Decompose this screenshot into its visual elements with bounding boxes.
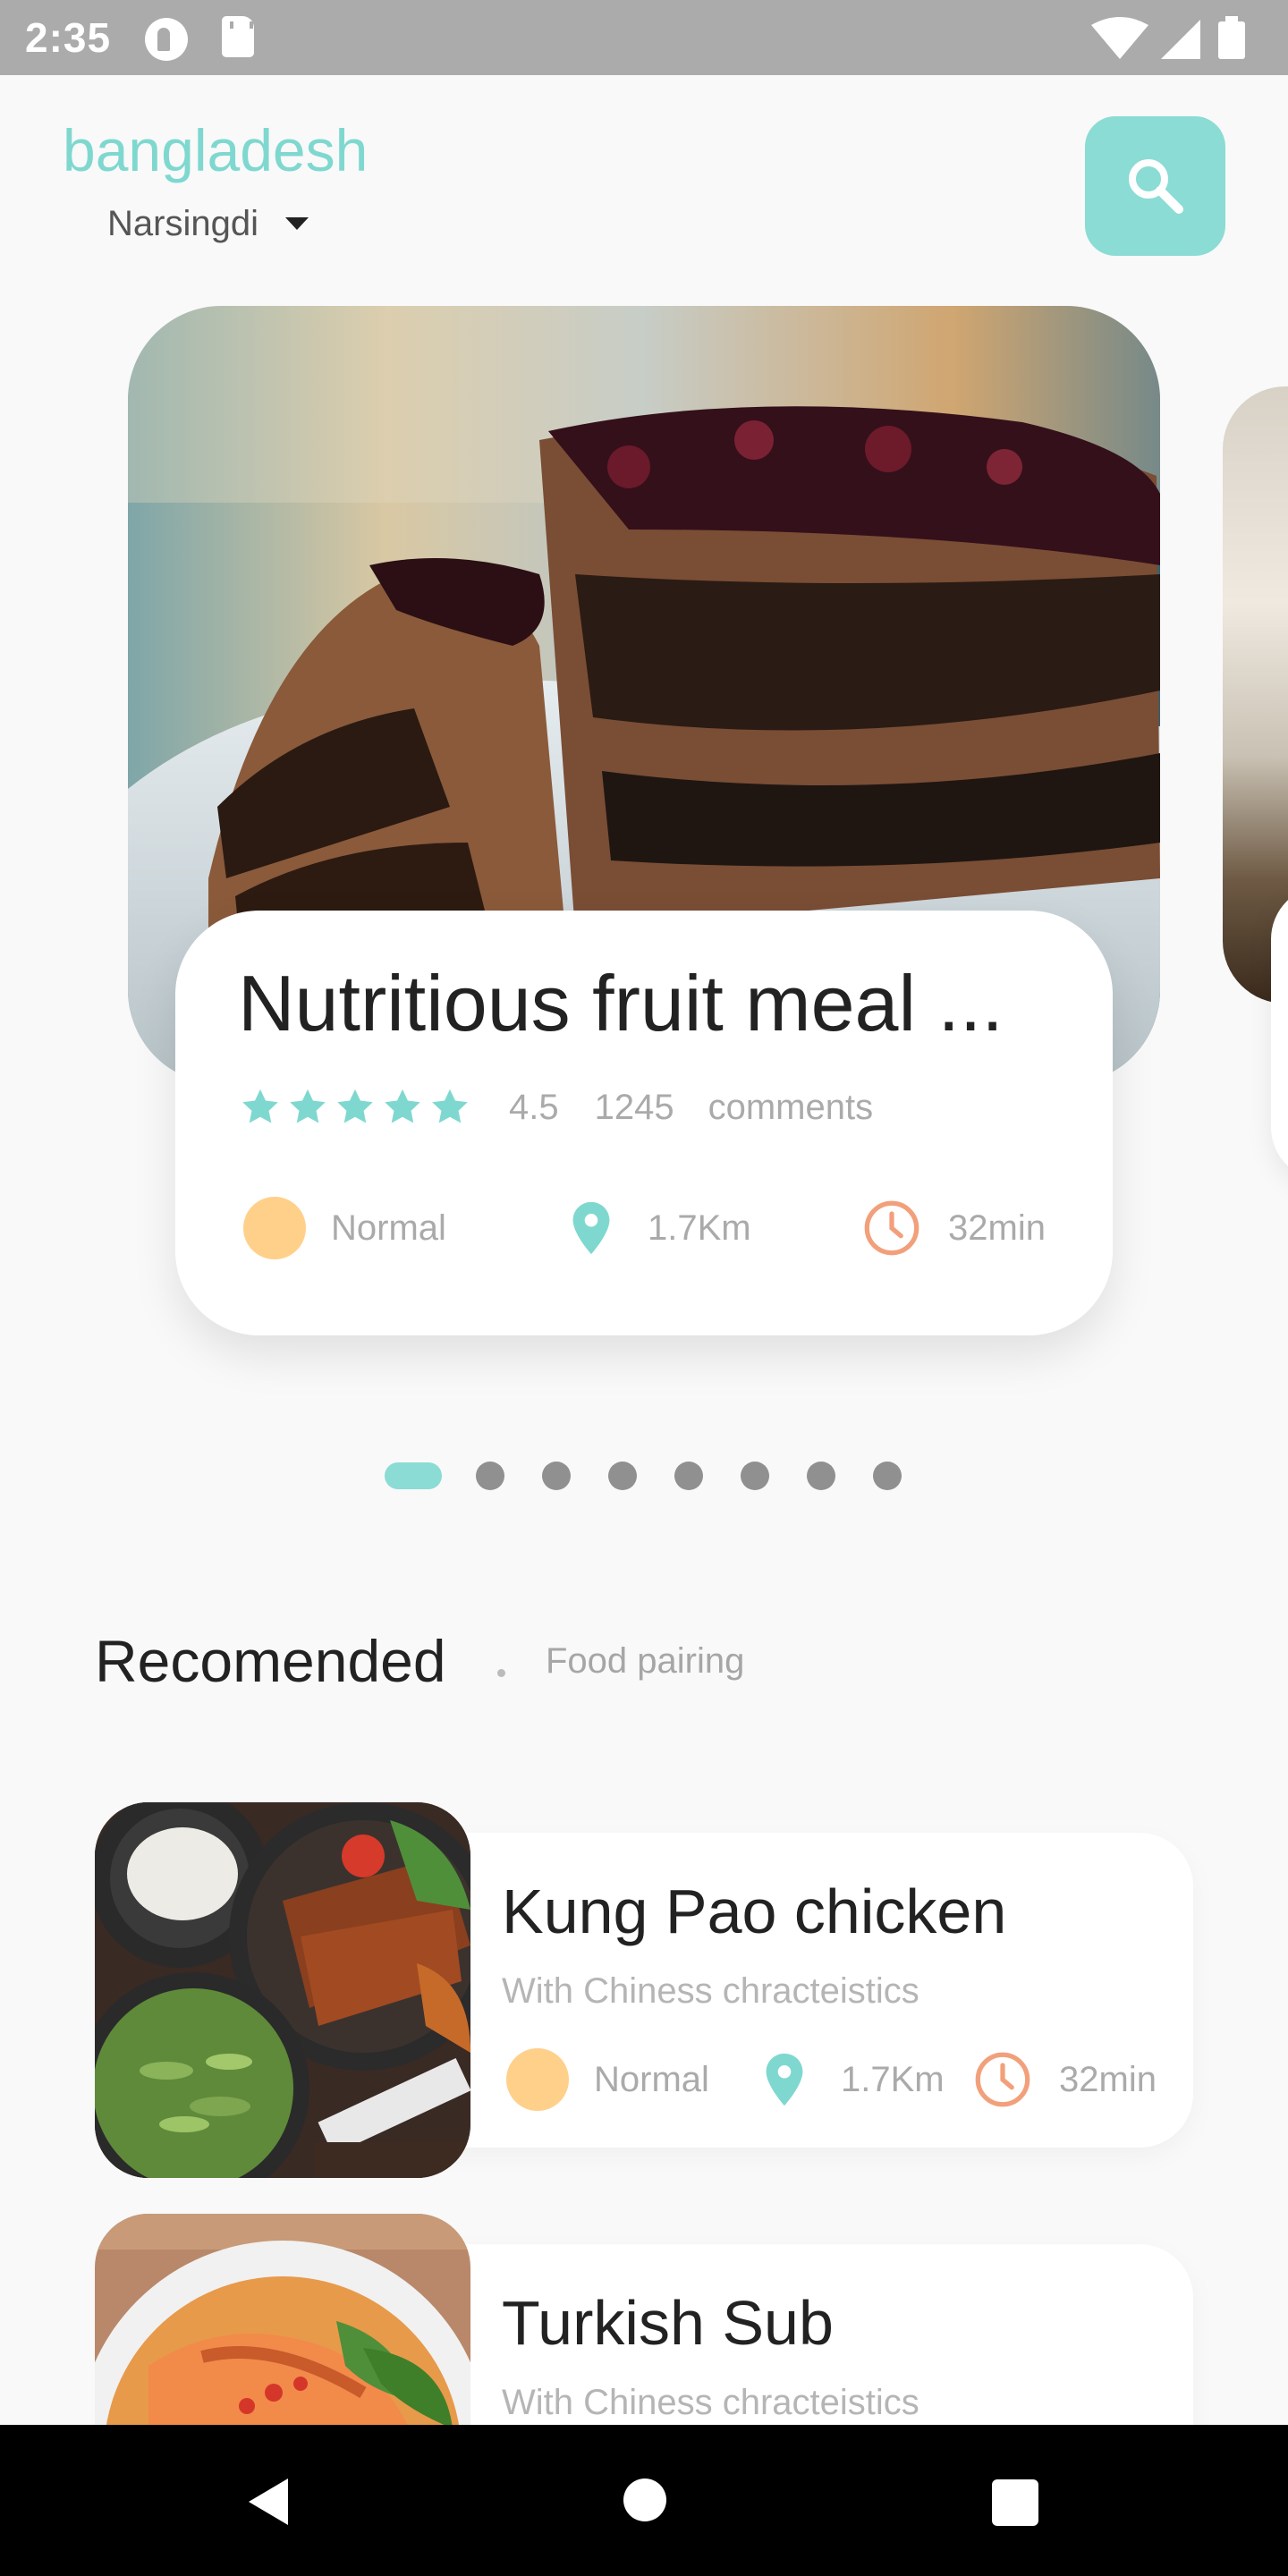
wifi-icon — [1091, 17, 1148, 59]
status-indicators — [1089, 14, 1268, 61]
list-item-name: Kung Pao chicken — [502, 1877, 1007, 1946]
pager-dot[interactable] — [608, 1462, 637, 1490]
city-selector[interactable]: Narsingdi — [107, 200, 309, 247]
pager-dot-active[interactable] — [385, 1462, 442, 1489]
list-item[interactable]: Kung Pao chicken With Chiness chracteist… — [95, 1802, 1193, 2178]
distance-text: 1.7Km — [648, 1208, 751, 1248]
time-meta: 32min — [971, 2046, 1157, 2114]
pager-dot[interactable] — [674, 1462, 703, 1490]
recent-apps-icon[interactable] — [992, 2479, 1038, 2526]
app-screen: 2:35 bangladesh Narsingdi Nutritious fru… — [0, 0, 1288, 2576]
clock-icon — [864, 1200, 919, 1256]
level-text: Normal — [594, 2059, 709, 2099]
caret-down-icon — [284, 217, 309, 230]
pager-dot[interactable] — [542, 1462, 571, 1490]
time-text: 32min — [948, 1208, 1046, 1248]
time-meta: 32min — [860, 1193, 1046, 1263]
hero-info-card[interactable]: Nutritious fruit meal ... 4.5 1245 comme… — [175, 911, 1113, 1335]
level-meta: Normal — [243, 1193, 446, 1263]
list-item-meta: Normal 1.7Km 32min — [506, 2046, 1204, 2114]
separator-dot — [497, 1669, 505, 1677]
list-item-image — [95, 1802, 470, 2178]
search-icon — [1128, 159, 1183, 214]
city-label: Narsingdi — [107, 204, 258, 243]
list-item-description: With Chiness chracteistics — [502, 2383, 919, 2422]
star-icon — [337, 1089, 373, 1123]
star-icon — [242, 1089, 278, 1123]
status-time: 2:35 — [25, 14, 112, 61]
hero-rating: 4.5 1245 comments — [240, 1080, 873, 1134]
country-title: bangladesh — [63, 117, 369, 183]
sd-card-icon — [222, 16, 254, 57]
location-pin-icon — [766, 2053, 803, 2106]
recommended-subtitle[interactable]: Food pairing — [546, 1639, 744, 1683]
level-dot-icon — [243, 1197, 306, 1259]
pager-dot[interactable] — [873, 1462, 902, 1490]
system-nav-bar — [0, 2425, 1288, 2576]
back-icon[interactable] — [242, 2475, 295, 2529]
level-meta: Normal — [506, 2046, 709, 2114]
cell-signal-icon — [1161, 20, 1200, 59]
status-bar: 2:35 — [0, 0, 1288, 75]
battery-icon — [1218, 16, 1245, 59]
list-item-description: With Chiness chracteistics — [502, 1971, 919, 2011]
star-icon — [290, 1089, 326, 1123]
list-item-name: Turkish Sub — [502, 2288, 834, 2358]
star-icon — [385, 1089, 420, 1123]
next-card-info[interactable] — [1271, 886, 1288, 1181]
location-pin-icon — [572, 1201, 610, 1255]
time-text: 32min — [1059, 2059, 1157, 2099]
distance-meta: 1.7Km — [560, 1193, 751, 1263]
kung-pao-photo — [95, 1802, 470, 2178]
home-icon[interactable] — [623, 2479, 666, 2521]
pager-dot[interactable] — [807, 1462, 835, 1490]
pager-dot[interactable] — [476, 1462, 504, 1490]
search-button[interactable] — [1085, 116, 1225, 256]
hero-meta: Normal 1.7Km 32min — [243, 1193, 1084, 1263]
carousel-pager — [385, 1461, 902, 1491]
app-notification-icon — [145, 18, 188, 61]
hero-title: Nutritious fruit meal ... — [238, 959, 1004, 1047]
recommended-title: Recomended — [95, 1628, 446, 1694]
star-icon — [432, 1089, 468, 1123]
rating-value: 4.5 — [509, 1087, 559, 1127]
comments-label: comments — [708, 1087, 874, 1127]
level-text: Normal — [331, 1208, 446, 1248]
comments-count: 1245 — [594, 1087, 674, 1127]
level-dot-icon — [506, 2048, 569, 2111]
clock-icon — [975, 2052, 1030, 2107]
distance-text: 1.7Km — [841, 2059, 945, 2099]
distance-meta: 1.7Km — [753, 2046, 945, 2114]
pager-dot[interactable] — [741, 1462, 769, 1490]
